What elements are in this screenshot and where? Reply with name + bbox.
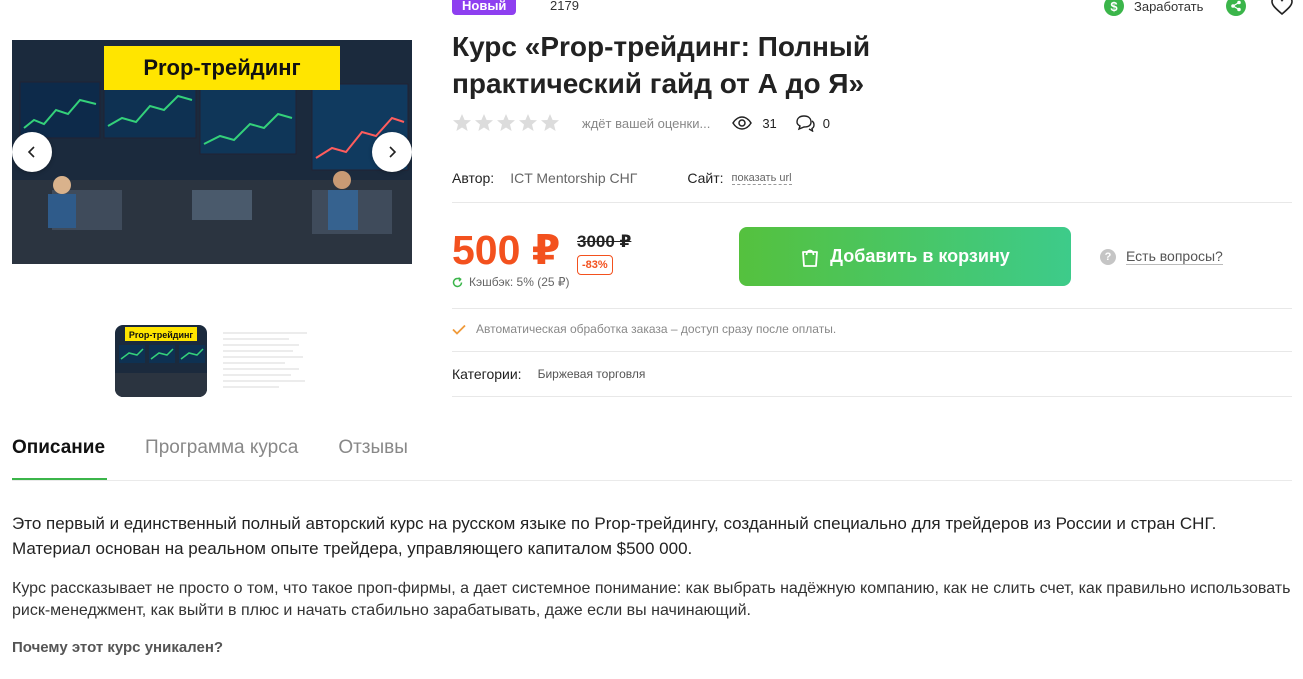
rating-text: ждёт вашей оценки...: [582, 115, 711, 131]
author-label: Автор:: [452, 170, 495, 186]
earn-link[interactable]: $ Заработать: [1104, 0, 1203, 16]
auto-note-text: Автоматическая обработка заказа – доступ…: [476, 322, 837, 336]
new-badge: Новый: [452, 0, 517, 15]
description-content: Это первый и единственный полный авторск…: [12, 511, 1292, 656]
question-icon: ?: [1100, 248, 1116, 265]
current-price: 500 ₽: [452, 227, 561, 273]
rating-row: ждёт вашей оценки... 31 0: [452, 113, 830, 133]
description-subheading: Почему этот курс уникален?: [12, 639, 224, 656]
comments-icon: [796, 115, 815, 132]
divider: [452, 396, 1292, 397]
views-count: 31: [762, 115, 777, 131]
gallery-thumbnails: Prop-трейдинг: [115, 325, 311, 397]
dollar-icon: $: [1104, 0, 1124, 16]
questions-link[interactable]: ? Есть вопросы?: [1100, 248, 1223, 265]
gallery-next-button[interactable]: [372, 132, 412, 172]
product-title: Курс «Prop-трейдинг: Полный практический…: [452, 31, 871, 99]
categories-label: Категории:: [452, 366, 522, 382]
tab-reviews[interactable]: Отзывы: [338, 437, 408, 459]
category-link[interactable]: Биржевая торговля: [538, 367, 646, 381]
old-price: 3000 ₽: [577, 232, 632, 251]
site-label: Сайт:: [687, 170, 724, 186]
divider: [452, 202, 1292, 203]
thumb-banner-text: Prop-трейдинг: [129, 330, 194, 340]
shopping-bag-icon: [802, 249, 819, 267]
product-id: 2179: [550, 0, 579, 13]
thumbnail-1[interactable]: Prop-трейдинг: [115, 325, 207, 397]
active-tab-indicator: [12, 478, 107, 480]
add-to-cart-button[interactable]: Добавить в корзину: [739, 227, 1071, 286]
comments-counter[interactable]: 0: [795, 114, 830, 132]
star-icon[interactable]: [452, 113, 472, 133]
tab-program[interactable]: Программа курса: [145, 437, 298, 459]
add-to-cart-label: Добавить в корзину: [830, 246, 1010, 266]
star-icon[interactable]: [518, 113, 538, 133]
earn-label: Заработать: [1134, 0, 1204, 14]
views-counter: 31: [732, 115, 777, 131]
description-body: Курс рассказывает не просто о том, что т…: [12, 580, 1291, 619]
chevron-left-icon: [27, 146, 35, 158]
categories-row: Категории: Биржевая торговля: [452, 366, 645, 382]
tab-description[interactable]: Описание: [12, 437, 105, 459]
divider: [452, 308, 1292, 309]
refresh-icon: [452, 276, 463, 287]
divider: [452, 351, 1292, 352]
tabs-divider: [12, 480, 1292, 481]
check-icon: [452, 324, 466, 335]
eye-icon: [732, 116, 753, 130]
star-icon[interactable]: [496, 113, 516, 133]
author-site-row: Автор: ICT Mentorship СНГ Сайт: показать…: [452, 170, 792, 186]
star-icon[interactable]: [540, 113, 560, 133]
description-lead: Это первый и единственный полный авторск…: [12, 514, 1217, 558]
main-product-image[interactable]: Prop-трейдинг: [12, 40, 412, 264]
thumbnail-2[interactable]: [219, 325, 311, 397]
questions-label: Есть вопросы?: [1126, 248, 1223, 265]
cashback-text: Кэшбэк: 5% (25 ₽): [469, 275, 570, 289]
comments-count: 0: [822, 115, 831, 131]
discount-badge: -83%: [577, 255, 613, 275]
auto-processing-note: Автоматическая обработка заказа – доступ…: [452, 322, 836, 336]
banner-text: Prop-трейдинг: [143, 55, 300, 80]
product-tabs: Описание Программа курса Отзывы: [12, 437, 408, 459]
share-icon[interactable]: [1226, 0, 1246, 16]
rating-stars[interactable]: [452, 113, 560, 133]
product-gallery: Prop-трейдинг: [12, 40, 412, 264]
chevron-right-icon: [389, 146, 397, 158]
gallery-prev-button[interactable]: [12, 132, 52, 172]
star-icon[interactable]: [474, 113, 494, 133]
cashback-info: Кэшбэк: 5% (25 ₽): [452, 275, 570, 289]
author-name[interactable]: ICT Mentorship СНГ: [510, 170, 637, 186]
heart-icon[interactable]: [1271, 0, 1293, 21]
show-url-link[interactable]: показать url: [731, 172, 792, 185]
